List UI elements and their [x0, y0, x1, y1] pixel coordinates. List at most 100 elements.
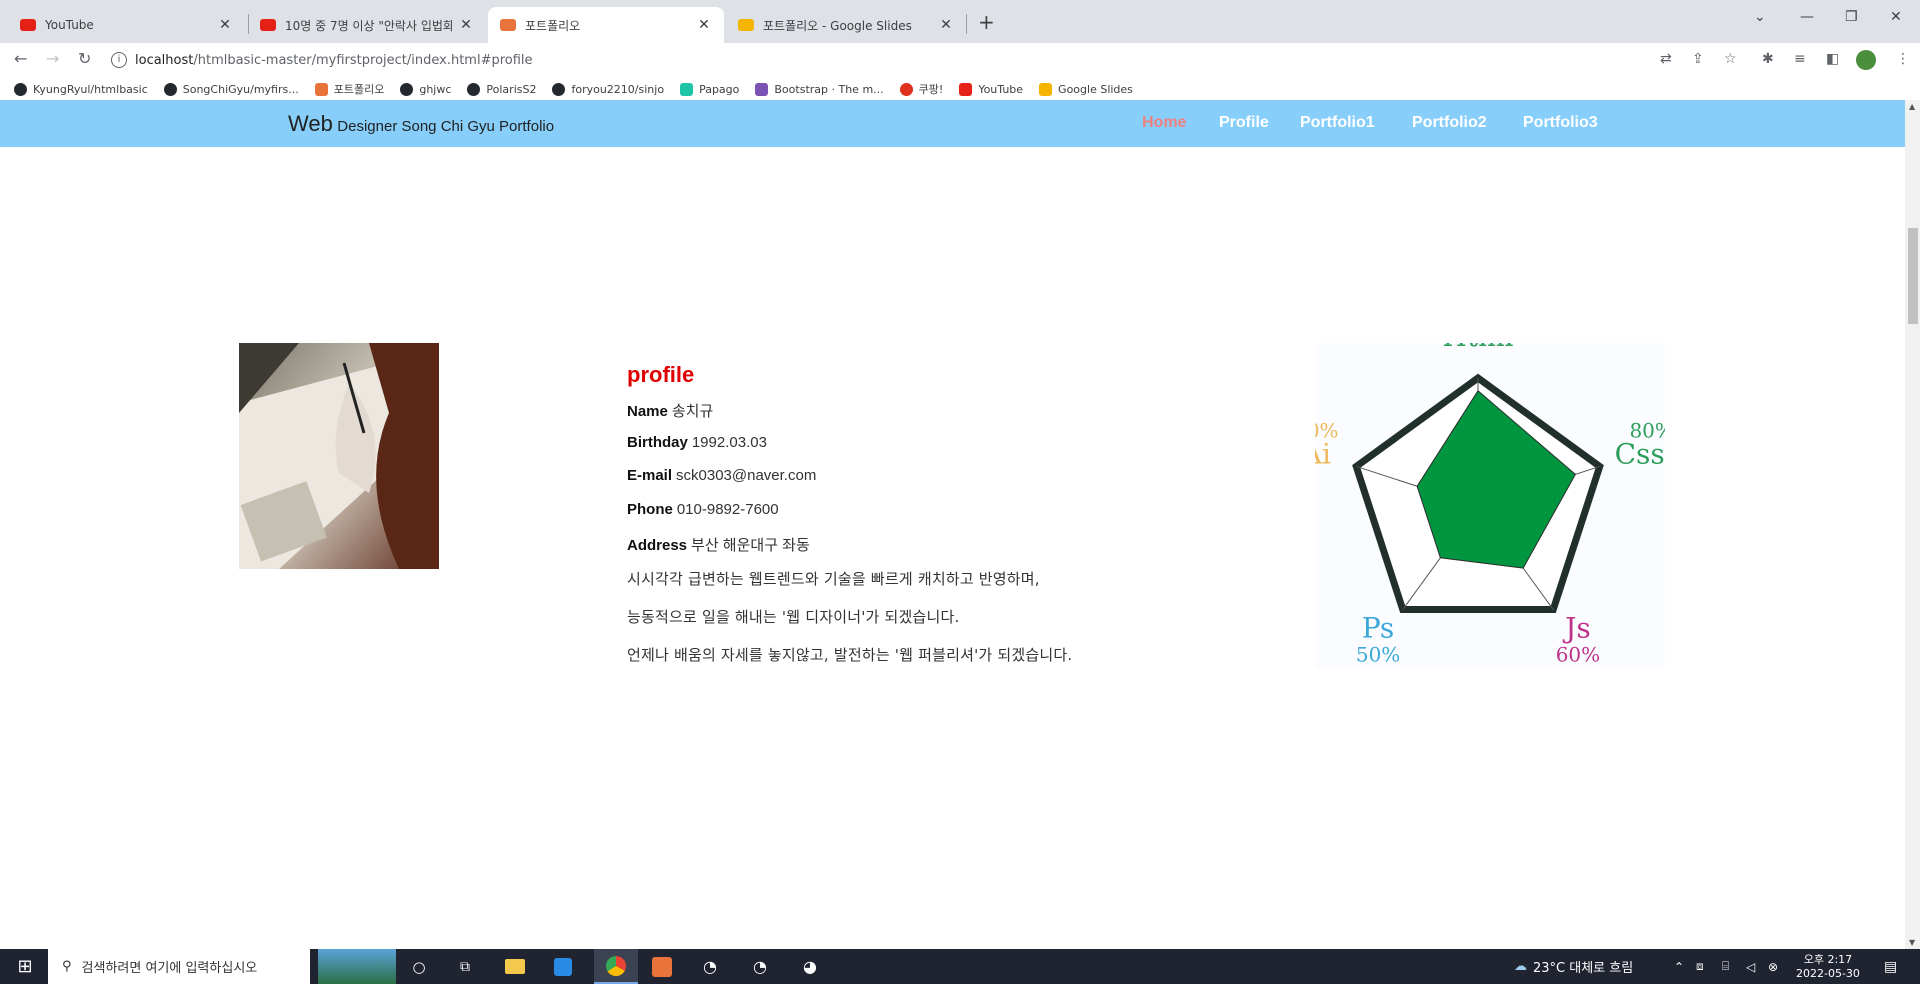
minimize-button[interactable]: —	[1800, 9, 1814, 25]
side-panel-icon[interactable]: ◧	[1826, 51, 1839, 67]
bookmark-label: PolarisS2	[486, 82, 537, 96]
close-icon[interactable]: ✕	[217, 17, 233, 33]
nav-profile[interactable]: Profile	[1219, 114, 1269, 132]
app-icon-2[interactable]: ◔	[742, 949, 778, 984]
scrollbar-thumb[interactable]	[1908, 228, 1918, 324]
tab-google-slides[interactable]: 포트폴리오 - Google Slides ✕	[726, 7, 966, 43]
coupang-icon	[899, 82, 913, 96]
tab-separator	[966, 14, 967, 34]
close-window-button[interactable]: ✕	[1890, 9, 1902, 25]
bookmark-item[interactable]: Bootstrap · The m...	[755, 82, 884, 96]
profile-info: profile Name 송치규 Birthday 1992.03.03 E-mai…	[627, 362, 1072, 682]
profile-name-row: Name 송치규	[627, 400, 1072, 434]
app-icon-3[interactable]: ◕	[792, 949, 828, 984]
cloud-icon: ☁	[1514, 959, 1527, 974]
bookmark-item[interactable]: ghjwc	[400, 82, 451, 96]
radar-axis-label: Ps	[1362, 612, 1394, 645]
share-icon[interactable]: ⇪	[1692, 51, 1704, 67]
bookmark-item[interactable]: 포트폴리오	[314, 81, 385, 97]
weather-widget[interactable]: ☁ 23°C 대체로 흐림	[1514, 949, 1633, 984]
new-tab-button[interactable]: +	[978, 10, 995, 34]
tab-youtube[interactable]: YouTube ✕	[8, 7, 245, 43]
profile-statement-line: 능동적으로 일을 해내는 '웹 디자이너'가 되겠습니다.	[627, 607, 960, 626]
nav-home[interactable]: Home	[1142, 114, 1186, 132]
close-icon[interactable]: ✕	[458, 17, 474, 33]
bookmark-label: Bootstrap · The m...	[774, 82, 884, 96]
bookmark-item[interactable]: SongChiGyu/myfirs...	[163, 82, 299, 96]
html-file-icon	[314, 82, 328, 96]
bookmark-item[interactable]: Google Slides	[1039, 82, 1133, 96]
search-icon: ⚲	[62, 959, 72, 974]
scroll-up-icon[interactable]: ▲	[1909, 102, 1915, 111]
chrome-icon[interactable]	[594, 949, 638, 984]
bookmark-item[interactable]: PolarisS2	[467, 82, 537, 96]
bookmark-label: Papago	[699, 82, 740, 96]
brand-small: Designer Song Chi Gyu Portfolio	[337, 118, 555, 135]
html-editor-icon[interactable]	[644, 949, 680, 984]
bookmarks-bar: KyungRyul/htmlbasic SongChiGyu/myfirs...…	[0, 78, 1920, 100]
radar-axis-label: Html	[1442, 343, 1513, 353]
vscode-icon[interactable]	[546, 949, 580, 984]
radar-value-label: 60%	[1556, 643, 1600, 667]
github-icon	[467, 82, 481, 96]
nav-portfolio1[interactable]: Portfolio1	[1300, 114, 1375, 132]
file-explorer-icon[interactable]	[498, 949, 532, 984]
extensions-icon[interactable]: ✱	[1762, 51, 1774, 67]
reading-list-icon[interactable]: ≡	[1794, 51, 1806, 67]
profile-row-value: 송치규	[671, 403, 714, 420]
bookmark-item[interactable]: foryou2210/sinjo	[552, 82, 664, 96]
translate-icon[interactable]: ⇄	[1660, 51, 1672, 67]
bookmark-label: 쿠팡!	[918, 83, 944, 96]
html-file-icon	[500, 19, 516, 31]
bookmark-item[interactable]: YouTube	[959, 82, 1023, 96]
youtube-icon	[959, 82, 973, 96]
task-view-icon[interactable]: ⧉	[450, 949, 480, 984]
volume-icon[interactable]: ◁	[1746, 949, 1755, 984]
site-brand[interactable]: Web Designer Song Chi Gyu Portfolio	[288, 111, 554, 137]
notification-icon[interactable]: ▤	[1884, 949, 1897, 984]
site-navbar: Web Designer Song Chi Gyu Portfolio Home…	[0, 100, 1905, 147]
bookmark-item[interactable]: 쿠팡!	[899, 81, 944, 97]
nav-portfolio3[interactable]: Portfolio3	[1523, 114, 1598, 132]
windows-start-icon[interactable]: ⊞	[10, 949, 40, 984]
cortana-icon[interactable]: ○	[404, 949, 434, 984]
close-icon[interactable]: ✕	[696, 17, 712, 33]
scroll-down-icon[interactable]: ▼	[1909, 938, 1915, 947]
network-icon[interactable]: ⌸	[1722, 949, 1729, 984]
tray-chevron-icon[interactable]: ⌃	[1674, 949, 1684, 984]
tray-app-icon[interactable]: ⧈	[1696, 949, 1704, 984]
nav-portfolio2[interactable]: Portfolio2	[1412, 114, 1487, 132]
bookmark-star-icon[interactable]: ☆	[1724, 51, 1737, 67]
profile-avatar[interactable]	[1856, 50, 1876, 70]
search-highlight-image[interactable]	[318, 949, 396, 984]
browser-tab-strip: YouTube ✕ 10명 중 7명 이상 "안락사 입법화 ✕ 포트폴리오 ✕…	[0, 0, 1920, 43]
profile-row-label: E-mail	[627, 467, 673, 484]
back-button[interactable]: ←	[14, 49, 27, 68]
tab-news[interactable]: 10명 중 7명 이상 "안락사 입법화 ✕	[248, 7, 486, 43]
restore-button[interactable]: ❐	[1845, 9, 1858, 25]
tab-title: YouTube	[45, 18, 94, 32]
page-scrollbar[interactable]: ▲ ▼	[1905, 100, 1920, 949]
forward-button[interactable]: →	[46, 49, 59, 68]
taskbar-search[interactable]: ⚲ 검색하려면 여기에 입력하십시오	[48, 949, 310, 984]
tab-title: 10명 중 7명 이상 "안락사 입법화	[285, 18, 452, 33]
address-bar[interactable]: i localhost /htmlbasic-master/myfirstpro…	[111, 47, 1671, 73]
menu-icon[interactable]: ⋮	[1896, 51, 1910, 67]
site-info-icon[interactable]: i	[111, 52, 127, 68]
bookmark-label: 포트폴리오	[333, 83, 385, 96]
google-slides-icon	[738, 19, 754, 31]
bookmark-item[interactable]: Papago	[680, 82, 740, 96]
windows-taskbar: ⊞ ⚲ 검색하려면 여기에 입력하십시오 ○ ⧉ ◔ ◔ ◕ ☁ 23°C 대체…	[0, 949, 1920, 984]
close-icon[interactable]: ✕	[938, 17, 954, 33]
profile-row-label: Name	[627, 403, 668, 420]
app-icon-1[interactable]: ◔	[692, 949, 728, 984]
clock-time: 오후 2:17	[1803, 952, 1853, 966]
sync-icon[interactable]: ⊗	[1768, 949, 1778, 984]
bookmark-label: Google Slides	[1058, 82, 1133, 96]
clock[interactable]: 오후 2:17 2022-05-30	[1796, 949, 1860, 984]
bookmark-item[interactable]: KyungRyul/htmlbasic	[14, 82, 148, 96]
reload-button[interactable]: ↻	[78, 49, 91, 68]
brand-big: Web	[288, 111, 333, 136]
tab-search-icon[interactable]: ⌄	[1754, 9, 1766, 25]
tab-portfolio[interactable]: 포트폴리오 ✕	[488, 7, 724, 43]
